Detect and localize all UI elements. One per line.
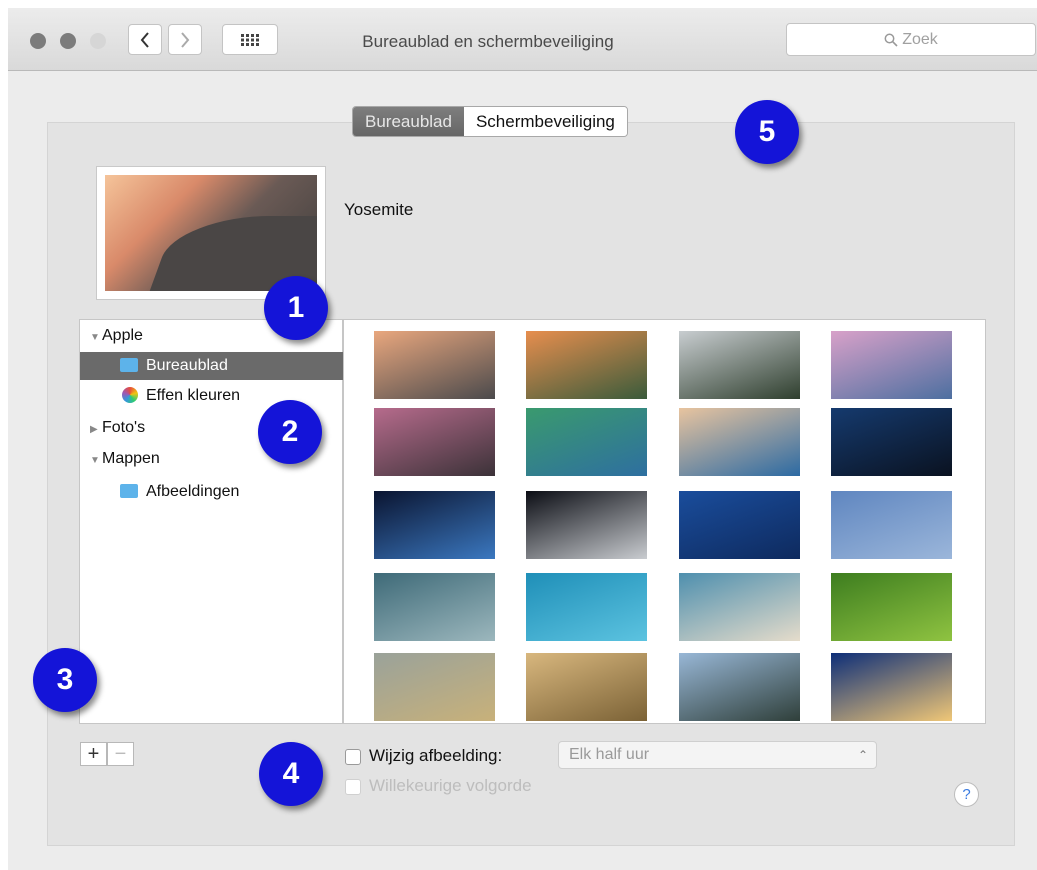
show-all-button[interactable]: [222, 24, 278, 55]
disclosure-open-icon[interactable]: ▼: [90, 447, 102, 475]
wallpaper-thumbnail[interactable]: [526, 653, 647, 721]
picture-name: Yosemite: [344, 200, 414, 219]
search-placeholder: Zoek: [902, 30, 938, 48]
wallpaper-thumbnail[interactable]: [526, 331, 647, 399]
window-title: Bureaublad en schermbeveiliging: [362, 32, 614, 51]
interval-value: Elk half uur: [569, 746, 650, 763]
forward-button[interactable]: [168, 24, 202, 55]
close-window-button[interactable]: [30, 33, 46, 49]
interval-select[interactable]: Elk half uur ⌃: [558, 741, 877, 769]
wallpaper-thumbnail[interactable]: [526, 491, 647, 559]
sidebar-item-label: Afbeeldingen: [146, 483, 240, 500]
sidebar-group-label: Apple: [102, 327, 143, 344]
wallpaper-thumbnail[interactable]: [679, 408, 800, 476]
wallpaper-thumbnail[interactable]: [679, 573, 800, 641]
annotation-badge-2: 2: [258, 400, 322, 464]
preview-image: [105, 175, 317, 291]
title-bar: Bureaublad en schermbeveiliging Zoek: [8, 8, 1037, 71]
annotation-badge-1: 1: [264, 276, 328, 340]
wallpaper-thumbnail[interactable]: [679, 491, 800, 559]
wallpaper-thumbnail[interactable]: [374, 408, 495, 476]
source-list: ▼ Apple Bureaublad Effen kleuren ▶ Foto's …: [79, 319, 382, 724]
stepper-arrows-icon: ⌃: [857, 748, 868, 762]
wallpaper-thumbnail[interactable]: [374, 491, 495, 559]
sidebar-item-bureaublad[interactable]: Bureaublad: [80, 352, 382, 380]
wallpaper-thumbnail[interactable]: [831, 331, 952, 399]
back-button[interactable]: [128, 24, 162, 55]
sidebar-group-label: Foto's: [102, 419, 146, 436]
help-button[interactable]: ?: [954, 782, 979, 807]
remove-folder-button[interactable]: −: [107, 742, 134, 766]
tab-schermbeveiliging[interactable]: Schermbeveiliging: [463, 107, 627, 136]
tab-bar: Bureaublad Schermbeveiliging: [352, 106, 628, 137]
wallpaper-thumbnail[interactable]: [831, 573, 952, 641]
folder-icon: [120, 358, 138, 372]
change-picture-label: Wijzig afbeelding:: [369, 746, 503, 765]
random-order-label: Willekeurige volgorde: [369, 776, 532, 795]
search-field[interactable]: Zoek: [786, 23, 1036, 56]
zoom-window-button[interactable]: [90, 33, 106, 49]
annotation-badge-4: 4: [259, 742, 323, 806]
folder-icon: [120, 484, 138, 498]
wallpaper-thumbnail[interactable]: [679, 331, 800, 399]
annotation-badge-5: 5: [735, 100, 799, 164]
wallpaper-grid: [343, 319, 986, 724]
add-folder-button[interactable]: +: [80, 742, 107, 766]
wallpaper-thumbnail[interactable]: [374, 331, 495, 399]
chevron-left-icon: [140, 31, 149, 48]
change-picture-checkbox[interactable]: [345, 749, 361, 765]
wallpaper-thumbnail[interactable]: [374, 653, 495, 721]
grid-icon: [241, 33, 259, 46]
minimize-window-button[interactable]: [60, 33, 76, 49]
search-icon: [884, 33, 898, 47]
disclosure-closed-icon[interactable]: ▶: [90, 416, 102, 444]
random-order-checkbox[interactable]: [345, 779, 361, 795]
system-preferences-window: Bureaublad en schermbeveiliging Zoek Bur…: [8, 8, 1037, 870]
disclosure-open-icon[interactable]: ▼: [90, 324, 102, 352]
wallpaper-thumbnail[interactable]: [526, 573, 647, 641]
wallpaper-thumbnail[interactable]: [831, 408, 952, 476]
color-wheel-icon: [122, 387, 138, 403]
wallpaper-thumbnail[interactable]: [679, 653, 800, 721]
sidebar-item-afbeeldingen[interactable]: Afbeeldingen: [80, 478, 382, 506]
chevron-right-icon: [181, 31, 190, 48]
tab-bureaublad[interactable]: Bureaublad: [353, 107, 464, 136]
sidebar-item-label: Effen kleuren: [146, 387, 240, 404]
annotation-badge-3: 3: [33, 648, 97, 712]
sidebar-item-label: Bureaublad: [146, 357, 228, 374]
wallpaper-thumbnail[interactable]: [526, 408, 647, 476]
wallpaper-thumbnail[interactable]: [831, 653, 952, 721]
sidebar-item-effen-kleuren[interactable]: Effen kleuren: [80, 382, 384, 410]
sidebar-group-label: Mappen: [102, 450, 160, 467]
wallpaper-thumbnail[interactable]: [374, 573, 495, 641]
wallpaper-thumbnail[interactable]: [831, 491, 952, 559]
